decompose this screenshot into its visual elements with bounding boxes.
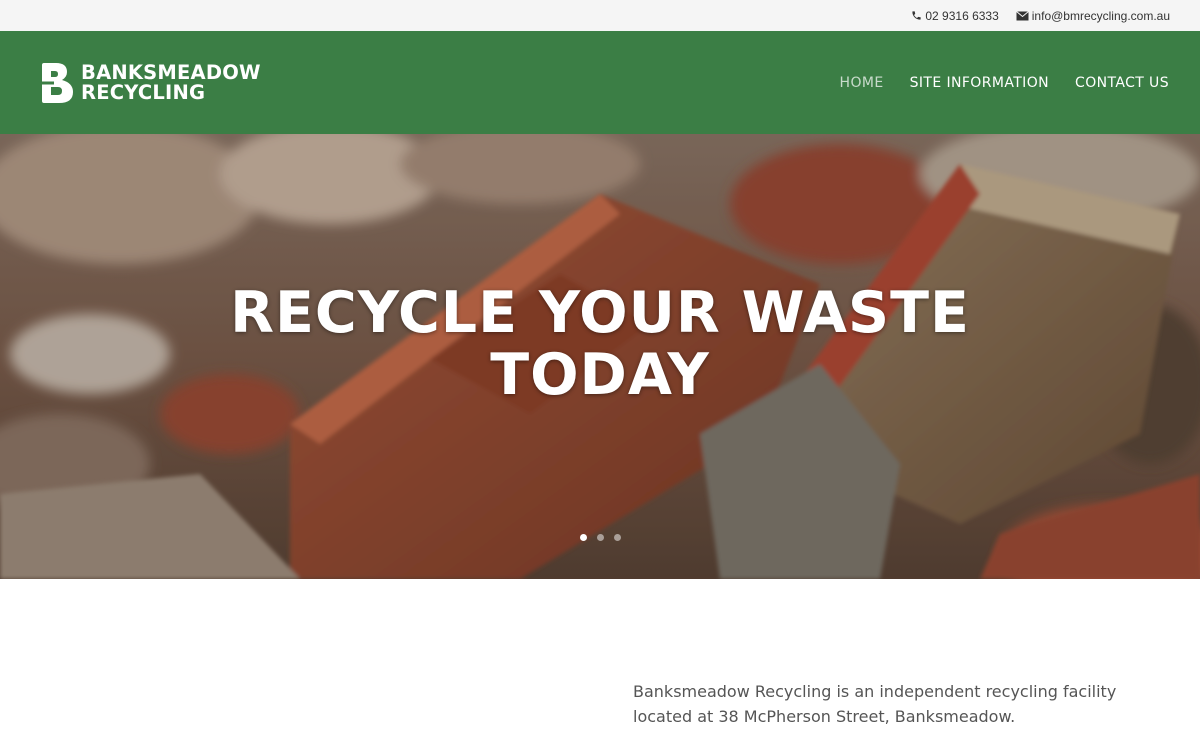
main-nav: HOME SITE INFORMATION CONTACT US xyxy=(814,75,1169,91)
hero-heading: RECYCLE YOUR WASTE TODAY xyxy=(0,282,1200,406)
slide-dot-3[interactable] xyxy=(613,534,621,541)
site-logo[interactable]: BANKSMEADOW RECYCLING xyxy=(40,61,261,105)
logo-b-icon xyxy=(42,62,73,103)
envelope-icon xyxy=(1015,10,1029,20)
email-link[interactable]: info@bmrecycling.com.au xyxy=(1015,8,1170,23)
hero-heading-line1: RECYCLE YOUR WASTE xyxy=(230,280,970,346)
phone-icon xyxy=(912,11,921,20)
slide-dot-1[interactable] xyxy=(579,534,587,541)
hero-slider: RECYCLE YOUR WASTE TODAY xyxy=(0,134,1200,579)
slide-dot-2[interactable] xyxy=(596,534,604,541)
top-contact-bar: 02 9316 6333 info@bmrecycling.com.au xyxy=(0,0,1200,31)
slider-pagination xyxy=(0,534,1200,541)
nav-contact-us[interactable]: CONTACT US xyxy=(1075,75,1169,91)
nav-site-information[interactable]: SITE INFORMATION xyxy=(910,75,1049,91)
intro-paragraph: Banksmeadow Recycling is an independent … xyxy=(633,682,1117,726)
nav-home[interactable]: HOME xyxy=(840,75,884,91)
logo-text-line2: RECYCLING xyxy=(81,80,206,104)
hero-heading-line2: TODAY xyxy=(490,342,710,408)
phone-link[interactable]: 02 9316 6333 xyxy=(911,8,999,23)
phone-number: 02 9316 6333 xyxy=(925,8,999,23)
site-header: BANKSMEADOW RECYCLING HOME SITE INFORMAT… xyxy=(0,31,1200,134)
email-address: info@bmrecycling.com.au xyxy=(1031,8,1170,23)
logo-text-line1: BANKSMEADOW xyxy=(81,60,261,84)
